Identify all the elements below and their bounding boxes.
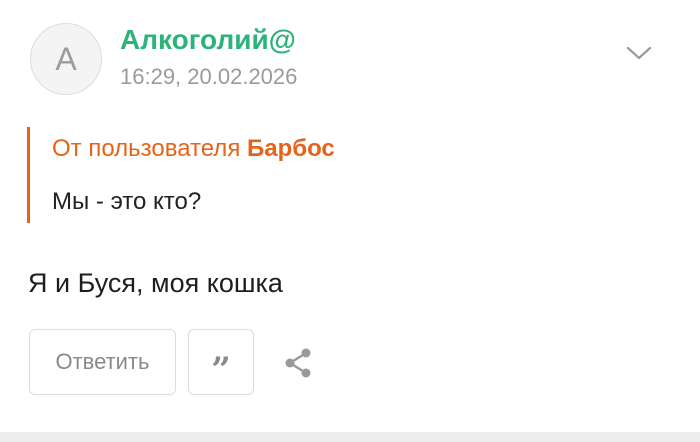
quote-text: Мы - это кто? (52, 188, 202, 215)
author-name[interactable]: Алкоголий@ (120, 23, 296, 57)
comment-text: Я и Буся, моя кошка (28, 268, 283, 298)
quote-header: От пользователя Барбос (52, 134, 627, 164)
comment-card: A Алкоголий@ 16:29, 20.02.2026 От пользо… (0, 0, 700, 442)
share-button[interactable] (280, 345, 316, 381)
avatar[interactable]: A (30, 23, 102, 95)
quote-author[interactable]: Барбос (247, 135, 335, 162)
avatar-letter: A (55, 40, 77, 77)
quote-icon: ” (211, 350, 231, 390)
chevron-down-icon (626, 46, 652, 60)
comment-menu-button[interactable] (624, 38, 654, 68)
share-icon (285, 348, 311, 378)
quote-button[interactable]: ” (188, 329, 254, 395)
comment-timestamp[interactable]: 16:29, 20.02.2026 (120, 63, 297, 91)
reply-button-label: Ответить (55, 349, 150, 374)
bottom-divider (0, 432, 700, 442)
quoted-message: От пользователя Барбос Мы - это кто? (27, 127, 627, 223)
reply-button[interactable]: Ответить (29, 329, 176, 395)
quote-prefix: От пользователя (52, 135, 247, 162)
